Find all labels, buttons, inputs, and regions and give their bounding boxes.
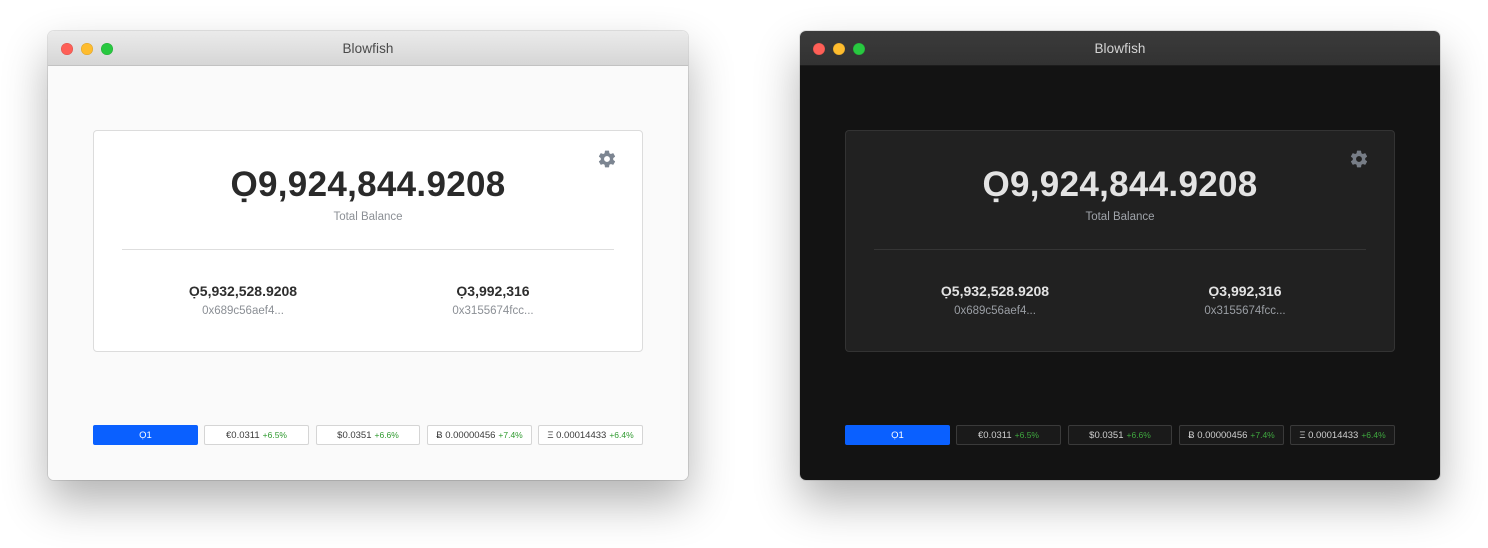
minimize-button[interactable] [833,43,845,55]
rate-button-eth[interactable]: Ξ 0.00014433 +6.4% [1290,425,1395,445]
rate-value: Ƀ 0.00000456 [436,429,496,441]
rate-change: +6.6% [374,430,399,440]
wallet-address: 0x689c56aef4... [202,305,284,317]
balance-card: Ọ9,924,844.9208 Total Balance Ọ5,932,528… [845,130,1395,352]
total-balance-label: Total Balance [333,211,403,223]
rate-button-base[interactable]: Ọ1 [93,425,198,445]
zoom-button[interactable] [101,43,113,55]
app-window-dark: Blowfish Ọ9,924,844.9208 Total Balance Ọ… [800,31,1440,480]
rate-value: €0.0311 [226,429,260,441]
wallet-balance: Ọ5,932,528.9208 [188,283,298,299]
rate-button-btc[interactable]: Ƀ 0.00000456 +7.4% [427,425,532,445]
rate-change: +7.4% [1250,430,1275,440]
total-balance-amount: Ọ9,924,844.9208 [982,165,1258,204]
rate-button-base[interactable]: Ọ1 [845,425,950,445]
currency-rate-bar: Ọ1 €0.0311 +6.5% $0.0351 +6.6% Ƀ 0.0000045… [845,425,1395,445]
wallet-item[interactable]: Ọ3,992,316 0x3155674fcc... [393,283,593,317]
window-content: Ọ9,924,844.9208 Total Balance Ọ5,932,528… [48,66,688,480]
wallet-balance: Ọ3,992,316 [1208,283,1282,299]
titlebar[interactable]: Blowfish [48,31,688,66]
divider [122,249,614,250]
rate-value: Ξ 0.00014433 [547,429,607,441]
rate-change: +6.6% [1126,430,1151,440]
window-title: Blowfish [342,40,394,56]
wallet-address: 0x3155674fcc... [452,305,534,317]
titlebar[interactable]: Blowfish [800,31,1440,66]
close-button[interactable] [813,43,825,55]
currency-rate-bar: Ọ1 €0.0311 +6.5% $0.0351 +6.6% Ƀ 0.0000045… [93,425,643,445]
rate-value: $0.0351 [1089,429,1124,441]
total-balance-label: Total Balance [1085,211,1155,223]
rate-value: €0.0311 [978,429,1012,441]
rate-button-eur[interactable]: €0.0311 +6.5% [204,425,309,445]
rate-button-eur[interactable]: €0.0311 +6.5% [956,425,1061,445]
rate-change: +6.5% [262,430,287,440]
wallet-address: 0x689c56aef4... [954,305,1036,317]
zoom-button[interactable] [853,43,865,55]
wallet-item[interactable]: Ọ5,932,528.9208 0x689c56aef4... [895,283,1095,317]
window-content: Ọ9,924,844.9208 Total Balance Ọ5,932,528… [800,66,1440,480]
balance-card: Ọ9,924,844.9208 Total Balance Ọ5,932,528… [93,130,643,352]
wallet-item[interactable]: Ọ5,932,528.9208 0x689c56aef4... [143,283,343,317]
rate-value: Ξ 0.00014433 [1299,429,1359,441]
total-balance-amount: Ọ9,924,844.9208 [230,165,506,204]
rate-value: Ọ1 [891,429,904,441]
wallet-balance: Ọ5,932,528.9208 [940,283,1050,299]
divider [874,249,1366,250]
rate-button-usd[interactable]: $0.0351 +6.6% [316,425,420,445]
rate-change: +6.5% [1014,430,1039,440]
window-title: Blowfish [1094,40,1146,56]
minimize-button[interactable] [81,43,93,55]
window-controls [813,43,865,55]
rate-change: +7.4% [498,430,523,440]
rate-button-btc[interactable]: Ƀ 0.00000456 +7.4% [1179,425,1284,445]
window-controls [61,43,113,55]
app-window-light: Blowfish Ọ9,924,844.9208 Total Balance Ọ… [48,31,688,480]
rate-change: +6.4% [609,430,634,440]
rate-change: +6.4% [1361,430,1386,440]
wallet-address: 0x3155674fcc... [1204,305,1286,317]
rate-value: Ọ1 [139,429,152,441]
rate-button-eth[interactable]: Ξ 0.00014433 +6.4% [538,425,643,445]
close-button[interactable] [61,43,73,55]
wallet-balance: Ọ3,992,316 [456,283,530,299]
rate-value: $0.0351 [337,429,372,441]
rate-button-usd[interactable]: $0.0351 +6.6% [1068,425,1172,445]
wallet-item[interactable]: Ọ3,992,316 0x3155674fcc... [1145,283,1345,317]
rate-value: Ƀ 0.00000456 [1188,429,1248,441]
